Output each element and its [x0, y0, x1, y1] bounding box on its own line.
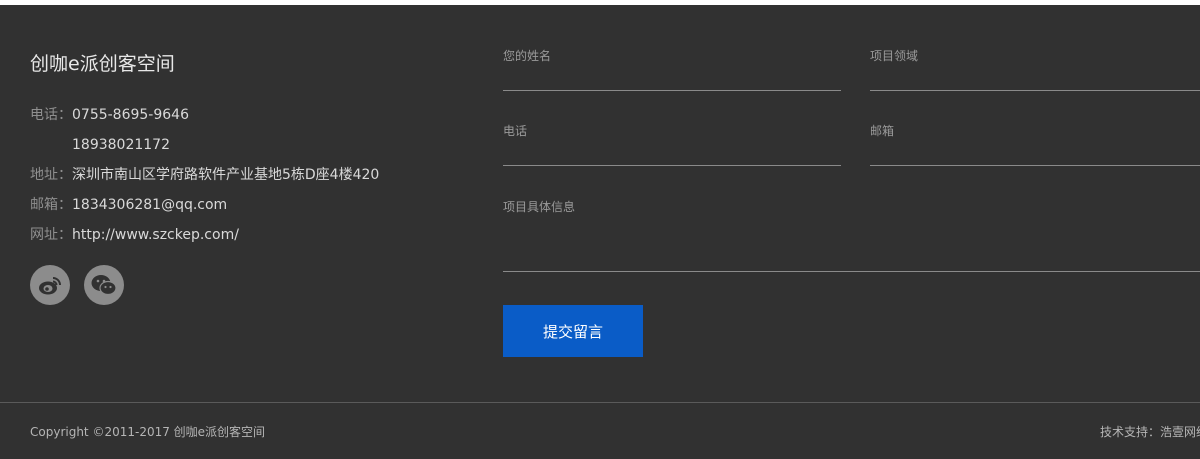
phone-value-1: 0755-8695-9646 [72, 107, 189, 123]
name-label: 您的姓名 [503, 49, 552, 63]
copyright-text: Copyright ©2011-2017 创咖e派创客空间 [30, 425, 266, 439]
details-label: 项目具体信息 [503, 200, 576, 214]
field-label: 项目领域 [870, 49, 919, 63]
footer-brand-title: 创咖e派创客空间 [30, 53, 175, 75]
wechat-icon[interactable] [84, 265, 124, 305]
footer-divider [0, 402, 1200, 403]
website-link[interactable]: http://www.szckep.com/ [72, 227, 239, 243]
address-row: 地址：深圳市南山区学府路软件产业基地5栋D座4楼420 [30, 165, 379, 185]
address-value: 深圳市南山区学府路软件产业基地5栋D座4楼420 [72, 167, 380, 183]
phone-value-2: 18938021172 [72, 137, 170, 153]
website-label: 网址： [30, 227, 72, 243]
site-footer: 创咖e派创客空间 电话：0755-8695-9646 18938021172 地… [0, 5, 1200, 459]
name-input[interactable] [503, 69, 841, 91]
phone-field-label: 电话 [503, 124, 528, 138]
address-label: 地址： [30, 167, 72, 183]
email-label: 邮箱： [30, 197, 72, 213]
weibo-icon[interactable] [30, 265, 70, 305]
submit-message-button[interactable]: 提交留言 [503, 305, 643, 357]
email-field-label: 邮箱 [870, 124, 895, 138]
tech-support-text: 技术支持：浩壹网络 [1100, 425, 1200, 439]
phone-row-2: 18938021172 [30, 135, 170, 155]
email-row: 邮箱：1834306281@qq.com [30, 195, 227, 215]
email-input[interactable] [870, 144, 1200, 166]
phone-label: 电话： [30, 107, 72, 123]
phone-row: 电话：0755-8695-9646 [30, 105, 189, 125]
website-row: 网址：http://www.szckep.com/ [30, 225, 239, 245]
email-value: 1834306281@qq.com [72, 197, 228, 213]
phone-input[interactable] [503, 144, 841, 166]
details-textarea[interactable] [503, 218, 1200, 272]
project-field-input[interactable] [870, 69, 1200, 91]
